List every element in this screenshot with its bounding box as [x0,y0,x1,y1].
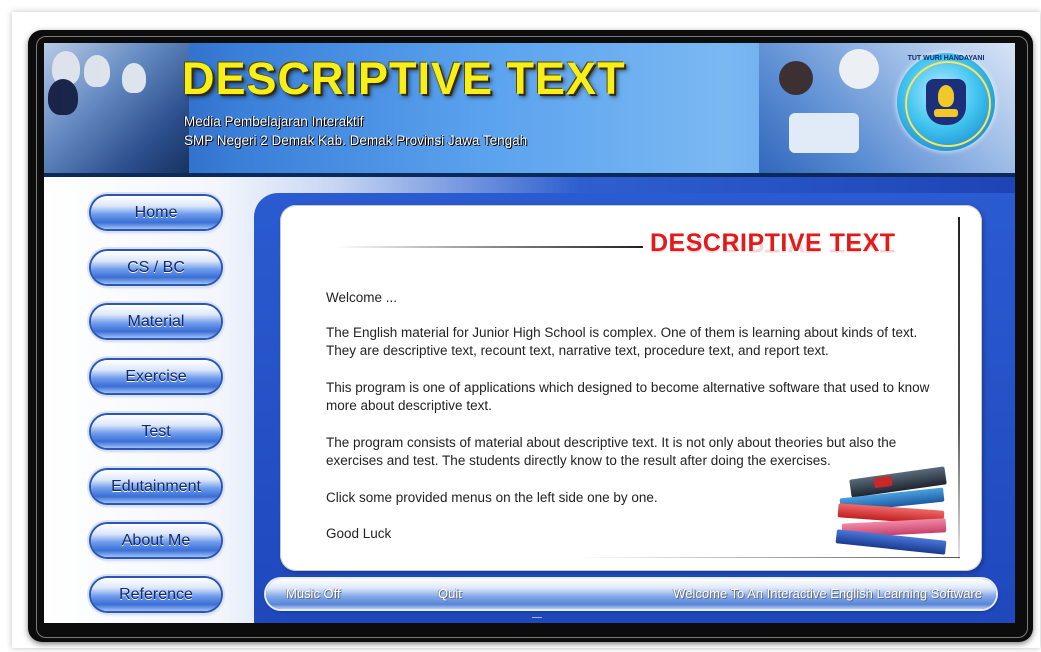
nav-reference-button[interactable]: Reference [91,578,221,611]
app-title: DESCRIPTIVE TEXT [182,53,626,104]
book-on-desk [789,113,859,153]
student-figure [48,79,78,115]
student-figure [839,49,879,89]
quit-button[interactable]: Quit [438,586,462,601]
app-subtitle: Media Pembelajaran Interaktif [184,114,364,129]
logo-base [934,109,958,117]
app-screen: DESCRIPTIVE TEXT Media Pembelajaran Inte… [44,43,1015,623]
student-figure [122,63,146,93]
intro-paragraph: The English material for Junior High Sch… [326,325,918,358]
content-panel: DESCRIPTIVE TEXT DESCRIPTIVE TEXT Welcom… [280,205,982,571]
welcome-text: Welcome ... [326,290,398,305]
nav-test-button[interactable]: Test [91,415,221,448]
title-rule [336,246,643,248]
nav-home-button[interactable]: Home [91,196,221,229]
bar-decoration [532,611,542,618]
music-off-button[interactable]: Music Off [286,586,341,601]
student-figure [84,55,110,87]
student-figure [779,61,813,95]
nav-about-me-button[interactable]: About Me [91,524,221,557]
nav-exercise-button[interactable]: Exercise [91,360,221,393]
header-banner: DESCRIPTIVE TEXT Media Pembelajaran Inte… [44,43,1015,175]
logo-motto: TUT WURI HANDAYANI [907,55,985,62]
students-photo-left [44,43,189,175]
contents-paragraph: The program consists of material about d… [326,435,897,468]
books-stack-icon [834,466,960,555]
content-title-reflection: DESCRIPTIVE TEXT [650,239,896,257]
tut-wuri-handayani-logo: TUT WURI HANDAYANI [897,53,995,151]
nav-cs-bc-button[interactable]: CS / BC [91,251,221,284]
bottom-control-bar: Music Off Quit Welcome To An Interactive… [266,579,996,609]
panel-bottom-rule [580,557,960,558]
school-name: SMP Negeri 2 Demak Kab. Demak Provinsi J… [184,133,528,148]
program-paragraph: This program is one of applications whic… [326,380,930,413]
nav-edutainment-button[interactable]: Edutainment [91,470,221,503]
welcome-marquee: Welcome To An Interactive English Learni… [673,586,982,601]
logo-emblem-icon [926,79,966,125]
flame-icon [938,85,954,107]
nav-material-button[interactable]: Material [91,305,221,338]
